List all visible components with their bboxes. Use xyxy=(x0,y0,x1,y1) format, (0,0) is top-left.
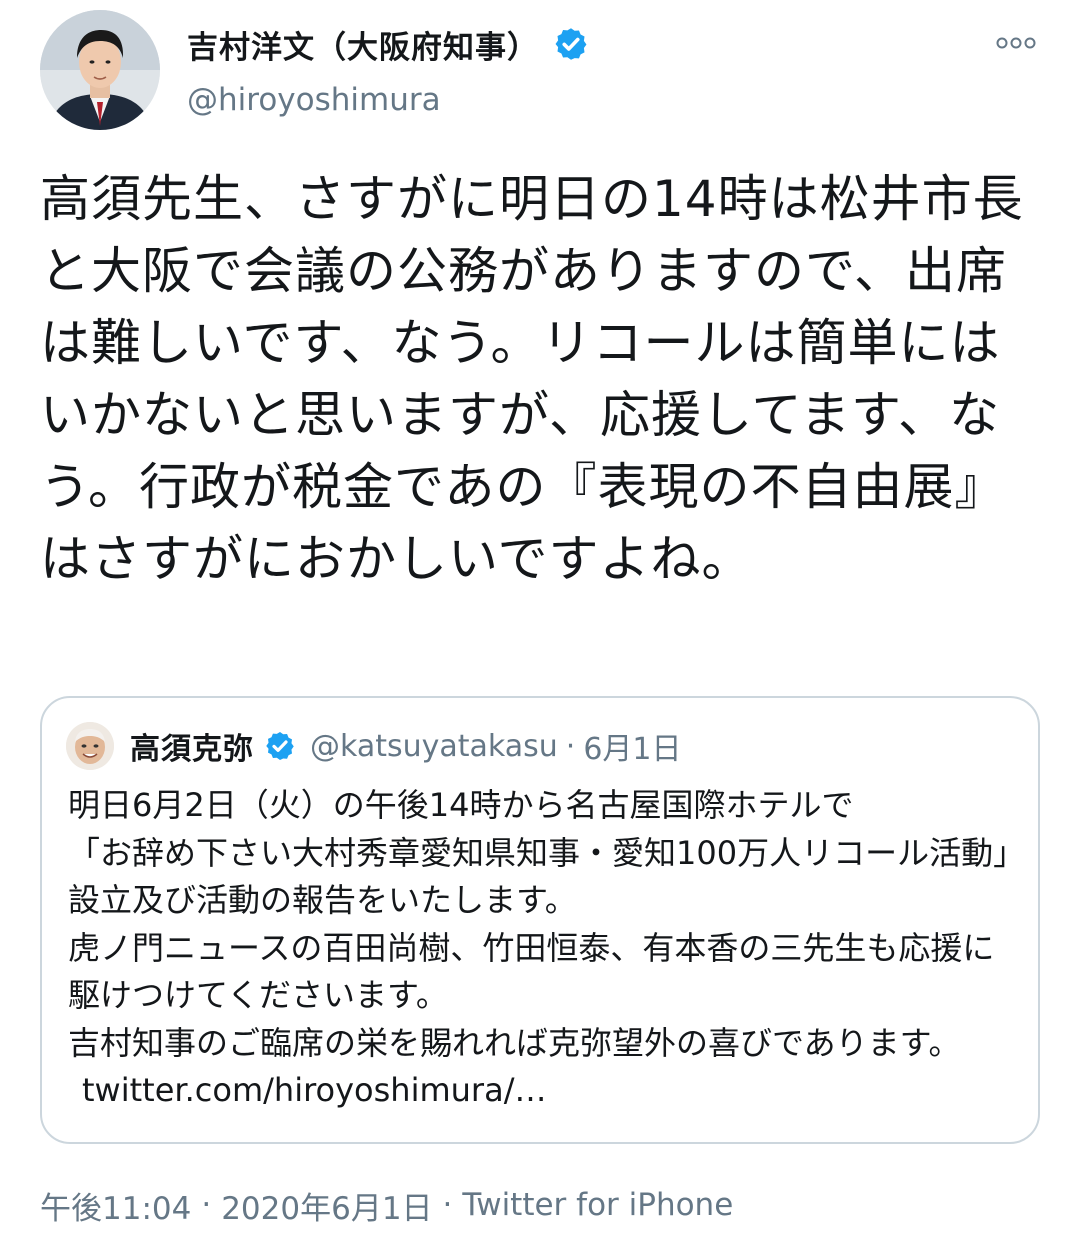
tweet-time[interactable]: 午後11:04 xyxy=(40,1183,191,1228)
avatar-photo xyxy=(40,10,160,130)
author-name-block: 吉村洋文（大阪府知事） @hiroyoshimura xyxy=(187,24,589,118)
more-options-icon[interactable] xyxy=(996,36,1036,50)
quoted-tweet-link[interactable]: twitter.com/hiroyoshimura/… xyxy=(82,1071,546,1109)
footer-separator-1: · xyxy=(201,1187,212,1223)
quoted-tweet-text: 明日6月2日（火）の午後14時から名古屋国際ホテルで 「お辞め下さい大村秀章愛知… xyxy=(68,782,1018,1115)
quoted-tweet-body: 明日6月2日（火）の午後14時から名古屋国際ホテルで 「お辞め下さい大村秀章愛知… xyxy=(68,786,1010,1062)
quoted-avatar-photo xyxy=(66,722,114,770)
tweet-header: 吉村洋文（大阪府知事） @hiroyoshimura xyxy=(40,10,1040,135)
tweet-date[interactable]: 2020年6月1日 xyxy=(221,1183,432,1228)
quoted-separator: · xyxy=(565,728,576,764)
quoted-tweet-header: 高須克弥 @katsuyatakasu · 6月1日 xyxy=(66,718,682,774)
quoted-author-handle: @katsuyatakasu xyxy=(310,728,558,764)
verified-badge-icon xyxy=(555,28,587,60)
quoted-tweet-date: 6月1日 xyxy=(583,732,682,767)
quoted-tweet-card[interactable]: 高須克弥 @katsuyatakasu · 6月1日 明日6月2日（火）の午後1… xyxy=(40,696,1040,1144)
tweet-footer: 午後11:04 · 2020年6月1日 · Twitter for iPhone xyxy=(40,1183,733,1227)
tweet-source[interactable]: Twitter for iPhone xyxy=(462,1187,733,1223)
quoted-author-name: 高須克弥 xyxy=(130,732,254,767)
author-display-name[interactable]: 吉村洋文（大阪府知事） xyxy=(187,22,539,67)
author-handle[interactable]: @hiroyoshimura xyxy=(187,82,589,118)
tweet-text: 高須先生、さすがに明日の14時は松井市長と大阪で会議の公務がありますので、出席は… xyxy=(40,170,1024,588)
display-name-row: 吉村洋文（大阪府知事） xyxy=(187,22,589,67)
footer-separator-2: · xyxy=(442,1187,453,1223)
quoted-verified-badge-icon xyxy=(266,732,294,760)
author-avatar[interactable] xyxy=(40,10,160,130)
quoted-author-avatar xyxy=(66,722,114,770)
